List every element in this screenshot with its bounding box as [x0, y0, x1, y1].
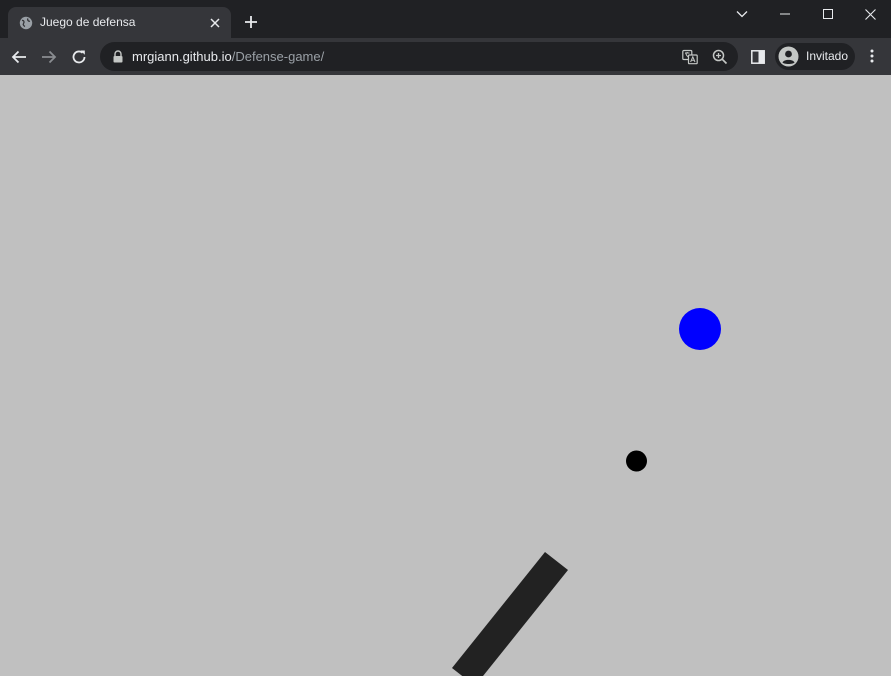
profile-label: Invitado: [806, 49, 849, 63]
lock-icon[interactable]: [112, 50, 124, 63]
cannon-barrel: [452, 552, 568, 676]
chevron-down-icon: [736, 11, 748, 18]
new-tab-button[interactable]: [241, 12, 261, 32]
arrow-right-icon: [42, 50, 57, 64]
back-button[interactable]: [7, 45, 31, 69]
tab-title: Juego de defensa: [40, 15, 136, 29]
browser-menu-button[interactable]: [862, 46, 882, 66]
tab-strip: Juego de defensa: [0, 0, 891, 38]
window-close-button[interactable]: [848, 0, 891, 28]
browser-tab[interactable]: Juego de defensa: [8, 7, 231, 38]
url-path: /Defense-game/: [231, 49, 325, 64]
side-panel-icon: [751, 50, 765, 64]
account-icon: [778, 46, 799, 67]
url-text[interactable]: mrgiann.github.io/Defense-game/: [132, 49, 324, 64]
minimize-button[interactable]: [763, 0, 807, 28]
plus-icon: [245, 16, 257, 28]
side-panel-button[interactable]: [748, 47, 768, 67]
globe-icon: [19, 16, 33, 30]
tab-search-button[interactable]: [720, 0, 764, 28]
url-host: mrgiann.github.io: [132, 49, 232, 64]
reload-icon: [72, 50, 86, 64]
profile-button[interactable]: Invitado: [775, 43, 855, 70]
projectile-ball: [626, 450, 647, 472]
minimize-icon: [780, 13, 790, 15]
browser-toolbar: mrgiann.github.io/Defense-game/ Invitado: [0, 38, 891, 75]
kebab-menu-icon: [870, 49, 874, 63]
reload-button[interactable]: [67, 45, 91, 69]
forward-button[interactable]: [37, 45, 61, 69]
enemy-blue-circle: [679, 308, 721, 350]
maximize-icon: [823, 9, 833, 19]
zoom-in-icon[interactable]: [710, 47, 730, 67]
game-scene: [452, 308, 721, 676]
close-icon[interactable]: [207, 15, 223, 31]
arrow-left-icon: [11, 50, 26, 64]
game-canvas[interactable]: [0, 75, 891, 676]
maximize-button[interactable]: [806, 0, 850, 28]
address-bar[interactable]: mrgiann.github.io/Defense-game/: [100, 42, 738, 71]
translate-icon[interactable]: [680, 47, 700, 67]
close-icon: [864, 8, 876, 20]
